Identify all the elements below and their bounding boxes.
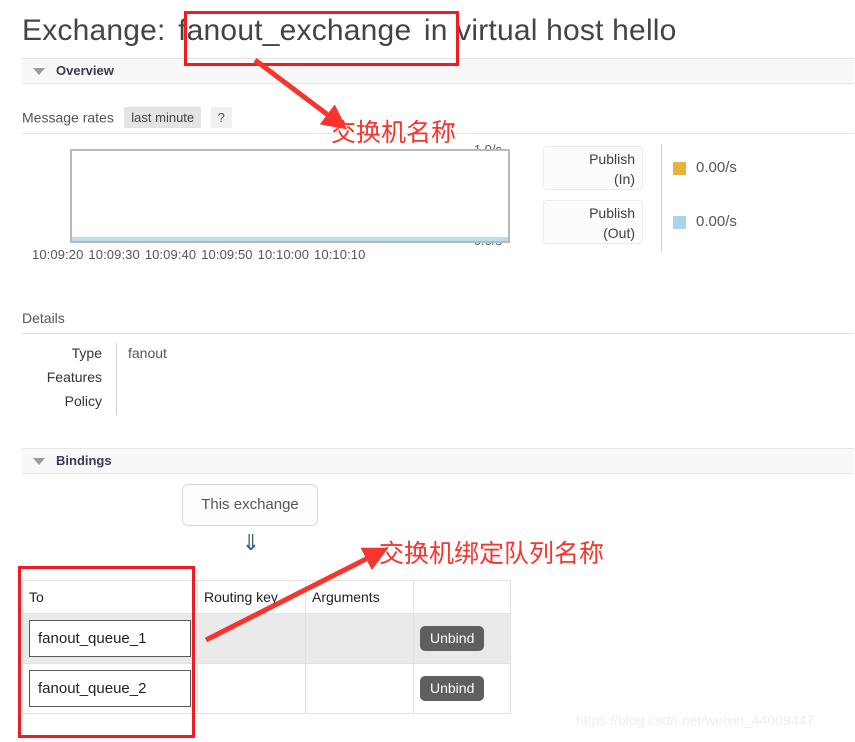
exchange-name: fanout_exchange xyxy=(178,14,412,47)
publish-out-rate-value: 0.00/s xyxy=(696,213,737,230)
chevron-down-icon xyxy=(33,458,45,465)
column-header-arguments[interactable]: Arguments xyxy=(305,580,414,614)
details-separator xyxy=(116,343,117,367)
publish-in-label-line2: (In) xyxy=(614,171,635,187)
table-header-row: To Routing key Arguments xyxy=(22,580,511,614)
table-row: fanout_queue_1 Unbind xyxy=(22,613,511,664)
legend-row-publish-in: Publish (In) 0.00/s xyxy=(543,146,773,190)
details-heading: Details xyxy=(22,310,65,326)
details-divider xyxy=(22,333,854,334)
page-title-prefix: Exchange: xyxy=(22,14,166,47)
binding-action-cell: Unbind xyxy=(413,663,511,714)
queue-link-fanout-queue-1[interactable]: fanout_queue_1 xyxy=(29,620,191,657)
details-row-features: Features xyxy=(22,367,422,391)
x-axis-tick: 10:10:00 xyxy=(257,247,310,262)
publish-in-label-line1: Publish xyxy=(589,151,635,167)
help-icon[interactable]: ? xyxy=(210,107,232,128)
binding-routing-key-cell xyxy=(197,613,306,664)
details-table: Type fanout Features Policy xyxy=(22,343,422,415)
x-axis-tick: 10:09:30 xyxy=(88,247,140,262)
publish-in-button[interactable]: Publish (In) xyxy=(543,146,643,190)
publish-out-label-line2: (Out) xyxy=(603,225,635,241)
double-down-arrow-icon: ⇓ xyxy=(241,530,261,555)
column-header-action xyxy=(413,580,511,614)
x-axis-ticks: 10:09:20 10:09:30 10:09:40 10:09:50 10:10:00… xyxy=(32,247,522,262)
rate-legend: Publish (In) 0.00/s Publish (Out) 0.00/s xyxy=(543,146,773,252)
details-key: Policy xyxy=(64,393,102,409)
details-row-policy: Policy xyxy=(22,391,422,415)
chevron-down-icon xyxy=(33,68,45,75)
vhost-name: hello xyxy=(612,14,677,47)
publish-out-label-line1: Publish xyxy=(589,205,635,221)
binding-routing-key-cell xyxy=(197,663,306,714)
overview-section-header[interactable]: Overview xyxy=(22,58,854,84)
legend-row-publish-out: Publish (Out) 0.00/s xyxy=(543,200,773,244)
annotation-label-exchange-name: 交换机名称 xyxy=(331,118,457,147)
x-axis-tick: 10:09:40 xyxy=(144,247,197,262)
annotation-label-bound-queues: 交换机绑定队列名称 xyxy=(379,539,605,568)
unbind-button[interactable]: Unbind xyxy=(420,676,485,701)
bindings-section-label: Bindings xyxy=(56,453,112,468)
bindings-section-header[interactable]: Bindings xyxy=(22,448,854,474)
page-title: Exchange: fanout_exchange in virtual hos… xyxy=(22,14,677,48)
page-title-middle: in virtual host xyxy=(423,14,604,47)
queue-link-fanout-queue-2[interactable]: fanout_queue_2 xyxy=(29,670,191,707)
column-header-routing-key[interactable]: Routing key xyxy=(197,580,306,614)
overview-section-label: Overview xyxy=(56,63,114,78)
binding-action-cell: Unbind xyxy=(413,613,511,664)
binding-arguments-cell xyxy=(305,613,414,664)
binding-arguments-cell xyxy=(305,663,414,714)
watermark: https://blog.csdn.net/weixin_44009447 xyxy=(576,712,815,728)
x-axis-tick: 10:09:50 xyxy=(201,247,253,262)
column-header-to[interactable]: To xyxy=(22,580,198,614)
x-axis-tick: 10:09:20 xyxy=(32,247,84,262)
x-axis-tick: 10:10:10 xyxy=(314,247,366,262)
details-key: Type xyxy=(71,345,102,361)
message-rates-label: Message rates xyxy=(22,109,114,126)
publish-out-color-swatch xyxy=(673,216,686,229)
details-key: Features xyxy=(46,369,102,385)
details-separator xyxy=(116,391,117,415)
table-row: fanout_queue_2 Unbind xyxy=(22,663,511,714)
binding-to-cell: fanout_queue_1 xyxy=(22,613,198,664)
publish-in-color-swatch xyxy=(673,162,686,175)
binding-to-cell: fanout_queue_2 xyxy=(22,663,198,714)
message-rates-chart: 1.0/s 0.0/s 10:09:2010:09:3010:09:4010:0… xyxy=(22,142,510,272)
publish-in-rate-value: 0.00/s xyxy=(696,159,737,176)
chart-plot-area xyxy=(70,149,510,243)
details-value: fanout xyxy=(128,345,167,361)
this-exchange-node[interactable]: This exchange xyxy=(182,484,318,526)
bindings-table: To Routing key Arguments fanout_queue_1 … xyxy=(22,580,511,714)
unbind-button[interactable]: Unbind xyxy=(420,626,485,651)
details-separator xyxy=(116,367,117,391)
chart-zero-line xyxy=(72,237,508,241)
details-row-type: Type fanout xyxy=(22,343,422,367)
publish-out-button[interactable]: Publish (Out) xyxy=(543,200,643,244)
message-rates-header: Message rates last minute ? xyxy=(22,107,232,129)
rate-period-last-minute[interactable]: last minute xyxy=(124,107,202,128)
